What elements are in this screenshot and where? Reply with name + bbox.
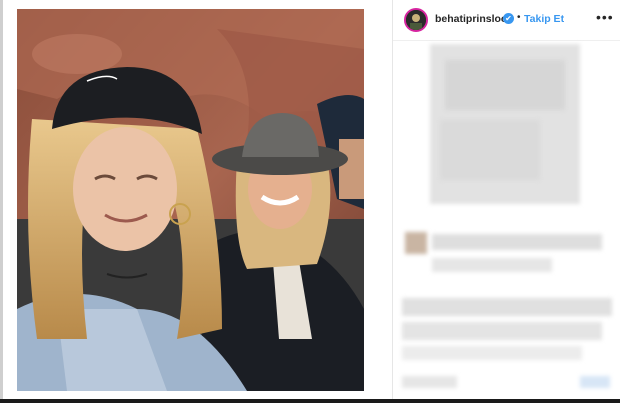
blurred-block: [440, 120, 540, 180]
separator-dot: •: [517, 12, 521, 23]
blurred-line: [432, 234, 602, 250]
post-photo[interactable]: [17, 9, 364, 391]
avatar[interactable]: [404, 8, 428, 32]
follow-button[interactable]: Takip Et: [524, 13, 564, 25]
post-header: behatiprinsloo ✔ • Takip Et •••: [393, 0, 620, 41]
panel-divider: [392, 0, 393, 399]
blurred-line: [402, 298, 612, 316]
blurred-line: [402, 376, 457, 388]
verified-badge-icon: ✔: [503, 13, 514, 24]
blurred-avatar: [405, 232, 427, 254]
selfie-photo-illustration: [17, 9, 364, 391]
blurred-post-button: [580, 376, 610, 388]
blurred-block: [445, 60, 565, 110]
blurred-line: [402, 322, 602, 340]
blurred-line: [432, 258, 552, 272]
blurred-line: [402, 346, 582, 360]
username-link[interactable]: behatiprinsloo: [435, 13, 507, 25]
instagram-post-window: behatiprinsloo ✔ • Takip Et •••: [0, 0, 620, 403]
more-options-icon[interactable]: •••: [596, 9, 614, 25]
window-edge: [0, 0, 3, 403]
screen-bottom-edge: [0, 399, 620, 403]
avatar-icon: [406, 10, 426, 30]
